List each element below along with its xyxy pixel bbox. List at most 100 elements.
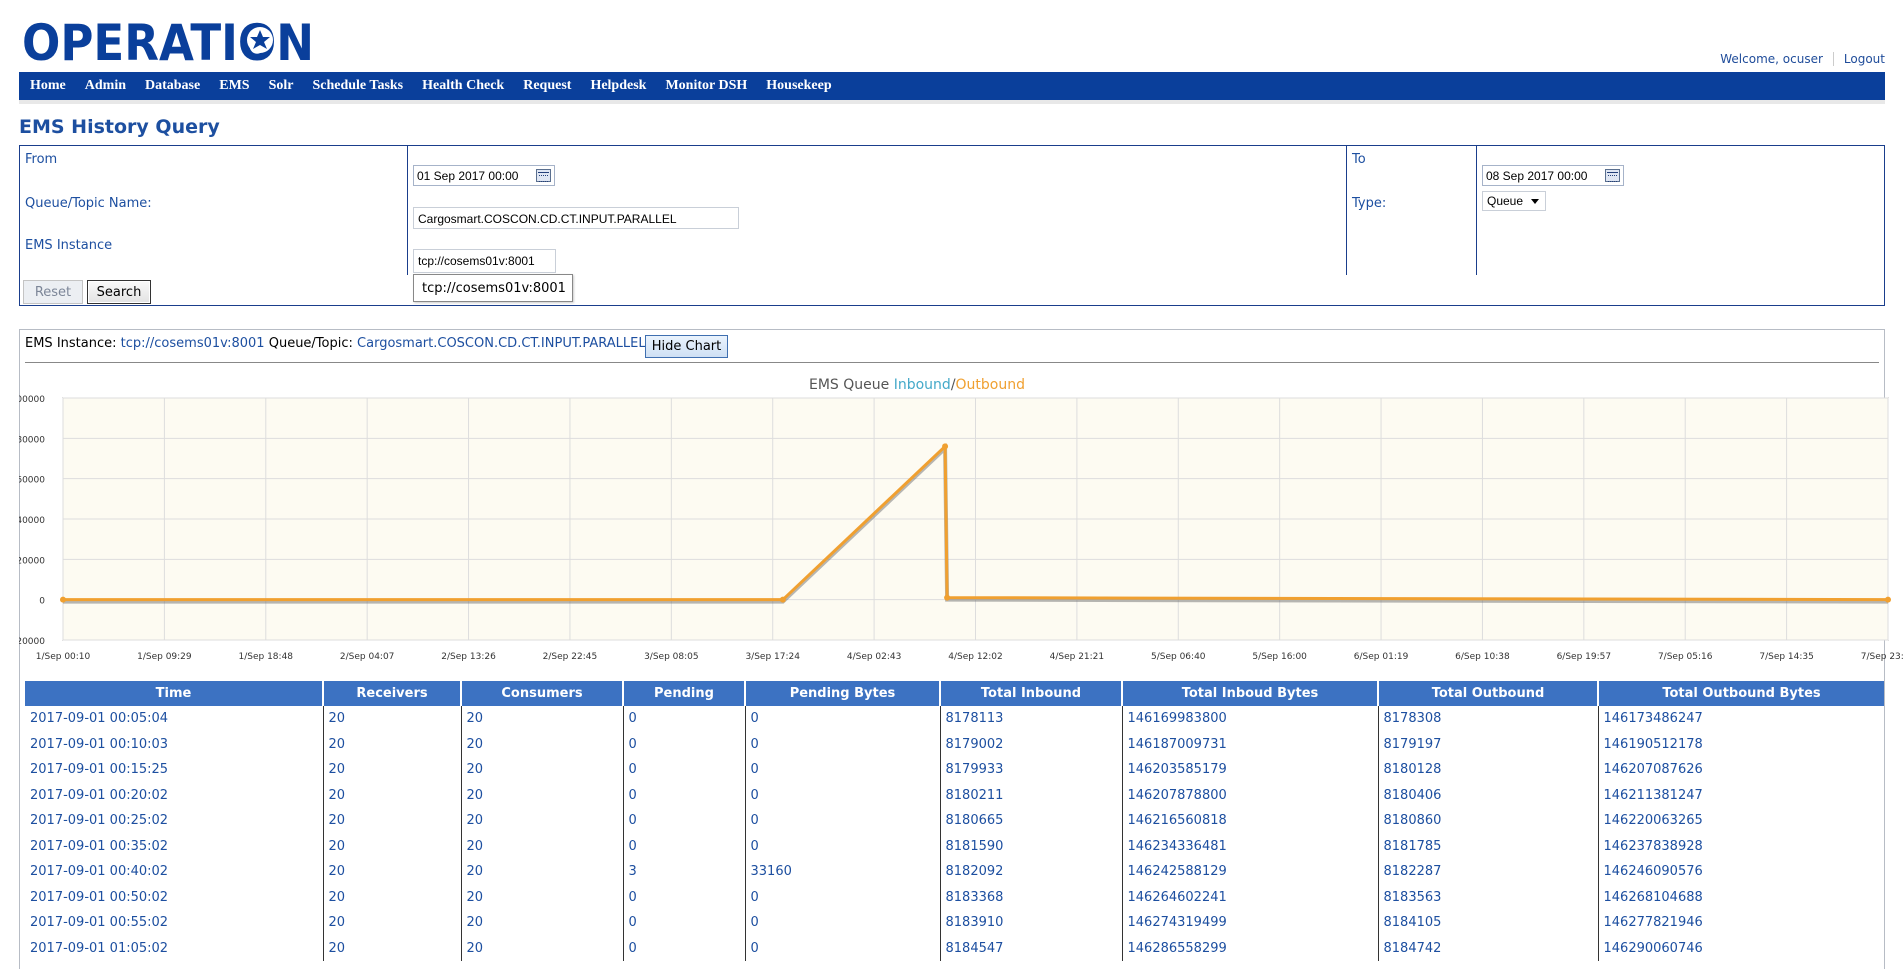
- table-cell: 0: [745, 808, 941, 834]
- column-header[interactable]: Total Outbound: [1378, 681, 1599, 706]
- table-row: 2017-09-01 01:05:02 20 20 0 0 8184547 14628655…: [25, 935, 1884, 961]
- search-button[interactable]: Search: [87, 280, 151, 304]
- chart-title-prefix: EMS Queue: [809, 377, 894, 393]
- x-tick-label: 1/Sep 00:10: [36, 652, 91, 662]
- from-date-input[interactable]: 01 Sep 2017 00:00: [413, 165, 555, 186]
- table-cell: 20: [461, 910, 624, 936]
- queue-name-input[interactable]: Cargosmart.COSCON.CD.CT.INPUT.PARALLEL: [413, 207, 739, 229]
- autocomplete-suggestion[interactable]: tcp://cosems01v:8001: [413, 274, 573, 302]
- table-cell: 8180860: [1378, 808, 1599, 834]
- table-cell: 20: [461, 884, 624, 910]
- table-cell: 146187009731: [1122, 731, 1379, 757]
- table-cell: 146203585179: [1122, 757, 1379, 783]
- x-tick-label: 1/Sep 09:29: [137, 652, 192, 662]
- table-row: 2017-09-01 00:10:03 20 20 0 0 8179002 14618700…: [25, 731, 1884, 757]
- column-header[interactable]: Pending Bytes: [745, 681, 941, 706]
- y-tick-label: 60000: [19, 476, 45, 486]
- nav-health-check[interactable]: Health Check: [422, 78, 504, 94]
- table-cell: 8179933: [940, 757, 1123, 783]
- type-select-value: Queue: [1487, 194, 1524, 208]
- table-cell: 20: [323, 935, 462, 961]
- reset-button[interactable]: Reset: [23, 280, 83, 304]
- logout-link[interactable]: Logout: [1844, 52, 1885, 66]
- table-row: 2017-09-01 00:35:02 20 20 0 0 8181590 14623433…: [25, 833, 1884, 859]
- x-tick-label: 4/Sep 12:02: [948, 652, 1003, 662]
- column-header[interactable]: Consumers: [461, 681, 624, 706]
- x-tick-label: 7/Sep 05:16: [1658, 652, 1713, 662]
- column-header[interactable]: Total Inbound: [940, 681, 1123, 706]
- table-cell: 146173486247: [1603, 711, 1703, 727]
- table-row: 2017-09-01 00:40:02 20 20 3 33160 8182092 1462…: [25, 859, 1884, 885]
- form-divider: [1476, 146, 1477, 275]
- chart-title-inbound: Inbound: [894, 377, 951, 393]
- table-cell: 8179002: [940, 731, 1123, 757]
- column-header[interactable]: Pending: [623, 681, 746, 706]
- table-cell: 8184105: [1378, 910, 1599, 936]
- x-tick-label: 4/Sep 02:43: [847, 652, 902, 662]
- x-tick-label: 3/Sep 17:24: [745, 652, 800, 662]
- table-cell: 146242588129: [1122, 859, 1379, 885]
- x-tick-label: 6/Sep 19:57: [1557, 652, 1612, 662]
- table-cell: 20: [323, 808, 462, 834]
- column-header[interactable]: Time: [25, 681, 324, 706]
- nav-ems[interactable]: EMS: [219, 78, 249, 94]
- nav-housekeep[interactable]: Housekeep: [766, 78, 831, 94]
- table-cell: 8178308: [1378, 706, 1599, 732]
- table-cell: 8182287: [1378, 859, 1599, 885]
- table-cell: 0: [623, 782, 746, 808]
- hide-chart-button[interactable]: Hide Chart: [645, 335, 728, 358]
- type-select[interactable]: Queue: [1482, 191, 1546, 211]
- x-axis: 1/Sep 00:10 1/Sep 09:29 1/Sep 18:48 2/Sep 0…: [36, 652, 1903, 662]
- table-cell: 20: [323, 859, 462, 885]
- table-cell: 20: [323, 884, 462, 910]
- column-header[interactable]: Total Inboud Bytes: [1122, 681, 1379, 706]
- nav-solr[interactable]: Solr: [269, 78, 294, 94]
- table-cell: 8183563: [1378, 884, 1599, 910]
- table-cell: 2017-09-01 00:55:02: [25, 910, 324, 936]
- type-label: Type:: [1352, 196, 1387, 211]
- x-tick-label: 6/Sep 10:38: [1455, 652, 1510, 662]
- nav-home[interactable]: Home: [30, 78, 66, 94]
- data-point: [942, 443, 949, 450]
- chevron-down-icon: [1531, 199, 1539, 204]
- table-cell: 20: [461, 757, 624, 783]
- to-date-input[interactable]: 08 Sep 2017 00:00: [1482, 165, 1624, 186]
- table-cell: 8180665: [940, 808, 1123, 834]
- column-header[interactable]: Receivers: [323, 681, 462, 706]
- nav-request[interactable]: Request: [523, 78, 571, 94]
- table-cell: 8183910: [940, 910, 1123, 936]
- table-cell: 20: [461, 706, 624, 732]
- table-cell: 0: [745, 833, 941, 859]
- nav-admin[interactable]: Admin: [85, 78, 126, 94]
- y-tick-label: 20000: [19, 556, 45, 566]
- table-cell: 146207878800: [1122, 782, 1379, 808]
- x-tick-label: 6/Sep 01:19: [1354, 652, 1409, 662]
- table-cell: 8184742: [1378, 935, 1599, 961]
- nav-helpdesk[interactable]: Helpdesk: [590, 78, 646, 94]
- page-title: EMS History Query: [19, 116, 220, 138]
- calendar-icon[interactable]: [1605, 169, 1620, 182]
- table-cell: 0: [623, 833, 746, 859]
- table-cell: 0: [745, 731, 941, 757]
- topic-caption: Queue/Topic:: [268, 336, 353, 351]
- calendar-icon[interactable]: [536, 169, 551, 182]
- table-cell: 20: [461, 935, 624, 961]
- data-point: [1885, 596, 1891, 603]
- nav-schedule-tasks[interactable]: Schedule Tasks: [312, 78, 403, 94]
- table-cell: 20: [461, 833, 624, 859]
- x-tick-label: 2/Sep 22:45: [543, 652, 598, 662]
- column-header[interactable]: Total Outbound Bytes: [1598, 681, 1884, 706]
- table-cell: 0: [745, 706, 941, 732]
- form-divider: [1346, 146, 1347, 275]
- table-cell: 2017-09-01 01:05:02: [25, 935, 324, 961]
- table-cell: 33160: [745, 859, 941, 885]
- table-cell: 0: [745, 884, 941, 910]
- nav-database[interactable]: Database: [145, 78, 200, 94]
- table-cell: 146169983800: [1122, 706, 1379, 732]
- y-tick-label: 100000: [19, 395, 45, 405]
- table-row: 2017-09-01 00:55:02 20 20 0 0 8183910 14627431…: [25, 910, 1884, 936]
- ems-instance-input[interactable]: tcp://cosems01v:8001: [413, 249, 556, 273]
- nav-monitor-dsh[interactable]: Monitor DSH: [665, 78, 747, 94]
- table-cell: 146220063265: [1603, 813, 1703, 829]
- table-cell: 20: [323, 833, 462, 859]
